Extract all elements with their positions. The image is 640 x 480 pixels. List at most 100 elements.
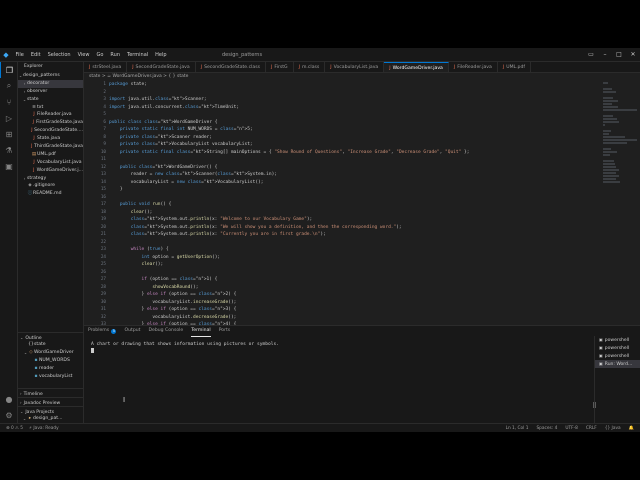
code-line[interactable] <box>109 269 579 277</box>
layout-icon[interactable]: ▭ <box>584 48 598 62</box>
extensions-icon[interactable]: ⊞ <box>0 126 18 142</box>
code-line[interactable]: package state; <box>109 81 579 89</box>
tree-item[interactable]: ▤ UML.pdf <box>18 151 83 159</box>
code-line[interactable] <box>109 194 579 202</box>
java-projects-section[interactable]: ⌄ Java Projects <box>18 406 83 415</box>
editor-tab[interactable]: J VocabularyList.java <box>325 62 385 72</box>
panel-tab-problems[interactable]: Problems 5 <box>88 326 117 336</box>
remote-explorer-icon[interactable]: ▣ <box>0 158 18 174</box>
menu-run[interactable]: Run <box>107 48 124 62</box>
code-line[interactable] <box>109 156 579 164</box>
menu-help[interactable]: Help <box>152 48 170 62</box>
status-right-item[interactable]: 🔔 <box>629 426 634 431</box>
menu-go[interactable]: Go <box>93 48 107 62</box>
tree-item[interactable]: J FirstGradeState.java <box>18 119 83 127</box>
terminal-instance[interactable]: ▣ Run: Word... <box>595 360 640 368</box>
terminal-instance[interactable]: ▣ powershell <box>595 352 640 360</box>
timeline-section[interactable]: › Timeline <box>18 388 83 397</box>
panel-tab-output[interactable]: Output <box>124 326 140 336</box>
code-line[interactable]: clear(); <box>109 209 579 217</box>
code-line[interactable]: showVocabRound(); <box>109 284 579 292</box>
outline-item[interactable]: ▪ vocabularyList <box>18 373 83 381</box>
status-left-item[interactable]: ⊗ 0 ⚠ 5 <box>6 426 23 431</box>
code-line[interactable]: } <box>109 186 579 194</box>
code-line[interactable]: reader = new class="kt">Scanner(class="k… <box>109 171 579 179</box>
close-icon[interactable]: ✕ <box>626 48 640 62</box>
minimap[interactable] <box>600 81 640 325</box>
account-icon[interactable]: ● <box>0 391 18 407</box>
menu-selection[interactable]: Selection <box>44 48 74 62</box>
code-line[interactable]: private static final class="kt">String[]… <box>109 149 579 157</box>
status-right-item[interactable]: Ln 1, Col 1 <box>506 426 529 431</box>
panel-tab-terminal[interactable]: Terminal <box>191 326 211 337</box>
terminal-instance[interactable]: ▣ powershell <box>595 336 640 344</box>
menu-view[interactable]: View <box>74 48 93 62</box>
search-icon[interactable]: ⌕ <box>0 78 18 94</box>
minimize-icon[interactable]: – <box>598 48 612 62</box>
terminal-output[interactable]: A chart or drawing that shows informatio… <box>91 341 279 355</box>
terminal-instance[interactable]: ▣ powershell <box>595 344 640 352</box>
code-line[interactable]: private class="kt">VocabularyList vocabu… <box>109 141 579 149</box>
panel-tab-ports[interactable]: Ports <box>219 326 231 336</box>
tree-item[interactable]: ⓘ README.md <box>18 190 83 198</box>
editor-tab[interactable]: J FileReader.java <box>449 62 498 72</box>
breadcrumb[interactable]: state > ☕ WordGameDriver.java > { } stat… <box>84 73 640 81</box>
status-left-item[interactable]: ⚡ Java: Ready <box>29 426 59 431</box>
code-line[interactable]: int option = getUserOption(); <box>109 254 579 262</box>
editor-tab[interactable]: J SecondGradeState.class <box>196 62 266 72</box>
code-line[interactable]: vocabularyList.increaseGrade(); <box>109 299 579 307</box>
tree-item[interactable]: J SecondGradeState.... <box>18 127 83 135</box>
code-line[interactable]: if (option == class="n">1) { <box>109 276 579 284</box>
tree-item[interactable]: ≡ txt <box>18 104 83 112</box>
tree-item[interactable]: ⌄ state <box>18 96 83 104</box>
code-line[interactable]: vocabularyList.decreaseGrade(); <box>109 314 579 322</box>
code-line[interactable]: class="kt">System.out.println(x: "We wil… <box>109 224 579 232</box>
status-right-item[interactable]: CRLF <box>586 426 597 431</box>
tree-item[interactable]: › decorator <box>18 79 83 88</box>
editor-tab[interactable]: J WordGameDriver.java <box>384 62 449 72</box>
code-line[interactable]: } else if (option == class="n">3) { <box>109 306 579 314</box>
code-content[interactable]: package state; import java.util.class="kt… <box>109 81 579 325</box>
outline-section[interactable]: ⌄ Outline <box>18 332 83 341</box>
code-editor[interactable]: 1 2 3 4 5 6 7 8 9 10 11 12 13 14 15 16 17 18 19 20 21 22 23 24 2… <box>84 81 640 325</box>
editor-tab[interactable]: JstrSteel.java <box>84 62 128 72</box>
code-line[interactable]: clear(); <box>109 261 579 269</box>
editor-tab[interactable]: J FirstG <box>266 62 294 72</box>
maximize-icon[interactable]: □ <box>612 48 626 62</box>
editor-tab[interactable]: J SecondGradeState.java <box>127 62 196 72</box>
status-right-item[interactable]: Spaces: 4 <box>536 426 557 431</box>
explorer-icon[interactable]: ❐ <box>0 62 18 78</box>
code-line[interactable]: private static final int NUM_WORDS = cla… <box>109 126 579 134</box>
outline-item[interactable]: ▪ NUM_WORDS <box>18 357 83 365</box>
status-right-item[interactable]: UTF-8 <box>565 426 578 431</box>
code-line[interactable] <box>109 111 579 119</box>
code-line[interactable] <box>109 239 579 247</box>
code-line[interactable]: import java.util.concurrent.class="kt">T… <box>109 104 579 112</box>
code-line[interactable]: class="kt">System.out.println(x: "Welcom… <box>109 216 579 224</box>
tree-item[interactable]: J ThirdGradeState.java <box>18 143 83 151</box>
outline-item[interactable]: {} state <box>18 341 83 349</box>
code-line[interactable]: class="kt">System.out.println(x: "Curren… <box>109 231 579 239</box>
settings-gear-icon[interactable]: ⚙ <box>0 407 18 423</box>
outline-item[interactable]: ⌄ ◇ WordGameDriver <box>18 349 83 357</box>
code-line[interactable]: public void run() { <box>109 201 579 209</box>
menu-file[interactable]: File <box>12 48 27 62</box>
editor-tab[interactable]: Jm.class <box>294 62 326 72</box>
panel-tab-debug-console[interactable]: Debug Console <box>148 326 183 336</box>
tree-item[interactable]: J VocabularyList.java <box>18 159 83 167</box>
javadoc-section[interactable]: › Javadoc Preview <box>18 397 83 406</box>
java-project-item[interactable]: ⌄ ▸ design_pat... <box>18 415 83 423</box>
code-line[interactable]: while (true) { <box>109 246 579 254</box>
tree-item[interactable]: ◆ .gitignore <box>18 182 83 190</box>
code-line[interactable]: vocabularyList = new class="kt">Vocabula… <box>109 179 579 187</box>
tree-item[interactable]: J WordGameDriver.j... <box>18 167 83 175</box>
status-right-item[interactable]: {} Java <box>605 426 621 431</box>
code-line[interactable]: import java.util.class="kt">Scanner; <box>109 96 579 104</box>
code-line[interactable]: private class="kt">Scanner reader; <box>109 134 579 142</box>
outline-item[interactable]: ▪ reader <box>18 365 83 373</box>
tree-item[interactable]: J FileReader.java <box>18 111 83 119</box>
code-line[interactable]: public class="kt">WordGameDriver() { <box>109 164 579 172</box>
run-debug-icon[interactable]: ▷ <box>0 110 18 126</box>
workspace-root[interactable]: ⌄ design_patterns <box>18 72 83 80</box>
code-line[interactable]: } else if (option == class="n">2) { <box>109 291 579 299</box>
